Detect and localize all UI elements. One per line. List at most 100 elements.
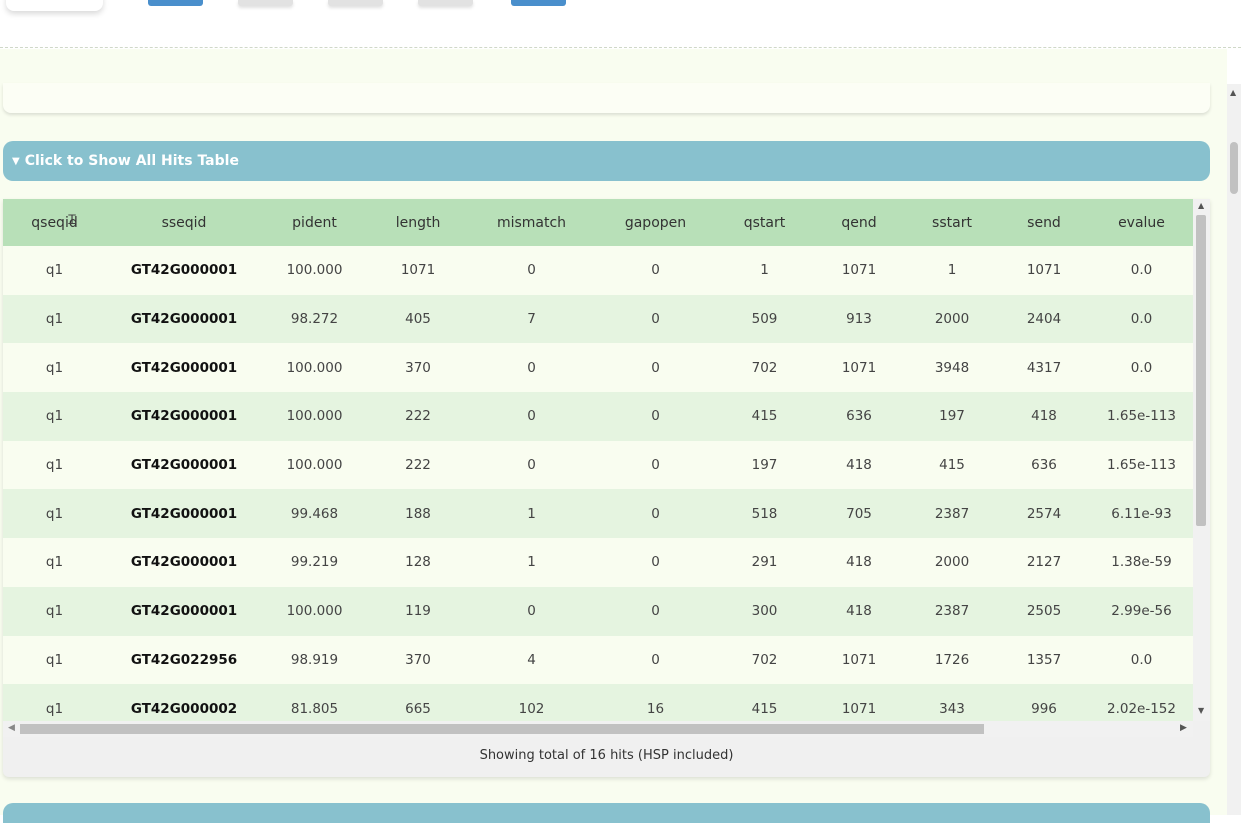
column-header-length[interactable]: length — [367, 199, 469, 246]
table-row[interactable]: q1 GT42G000001 100.000 222 0 0 415 636 197 418 1.6… — [3, 392, 1193, 441]
table-horizontal-scrollbar-thumb[interactable] — [20, 724, 984, 734]
toolbar-card[interactable] — [6, 0, 103, 11]
toolbar-button-5[interactable] — [511, 0, 566, 6]
hits-table-container: qseqid sseqid pident length mismatch gap… — [3, 199, 1210, 777]
cell-pident: 100.000 — [286, 603, 343, 620]
cell-gapopen: 0 — [651, 651, 660, 668]
table-horizontal-scrollbar[interactable]: ◀ ▶ — [3, 721, 1193, 737]
cell-pident: 99.219 — [290, 554, 339, 571]
column-header-mismatch[interactable]: mismatch — [469, 199, 594, 246]
cell-mismatch: 0 — [527, 603, 536, 620]
cell-qend: 418 — [846, 457, 872, 474]
cell-qstart: 702 — [751, 651, 778, 668]
cell-qstart: 197 — [751, 457, 778, 474]
cell-send: 996 — [1031, 700, 1057, 717]
cell-sstart: 2387 — [934, 603, 970, 620]
cell-pident: 98.919 — [290, 651, 339, 668]
cell-qend: 1071 — [841, 262, 877, 279]
column-header-send[interactable]: send — [998, 199, 1090, 246]
column-header-pident[interactable]: pident — [262, 199, 367, 246]
cell-sstart: 197 — [939, 408, 965, 425]
column-header-sseqid[interactable]: sseqid — [106, 199, 262, 246]
cell-mismatch: 1 — [527, 554, 536, 571]
column-header-gapopen[interactable]: gapopen — [594, 199, 717, 246]
cell-evalue: 1.65e-113 — [1106, 457, 1176, 474]
cell-gapopen: 0 — [651, 359, 660, 376]
cell-gapopen: 0 — [651, 603, 660, 620]
cell-evalue: 0.0 — [1130, 262, 1153, 279]
hits-table-toggle[interactable]: ▼ Click to Show All Hits Table — [3, 141, 1210, 181]
cell-length: 1071 — [400, 262, 436, 279]
cell-length: 222 — [405, 408, 431, 425]
cell-send: 2127 — [1026, 554, 1062, 571]
table-row[interactable]: q1 GT42G000001 100.000 370 0 0 702 1071 3948 4317… — [3, 343, 1193, 393]
cell-mismatch: 0 — [527, 262, 536, 279]
cell-length: 370 — [405, 359, 431, 376]
scroll-up-arrow-icon[interactable]: ▲ — [1198, 201, 1204, 210]
cell-qseqid: q1 — [45, 457, 64, 474]
cell-qstart: 518 — [751, 505, 778, 522]
scroll-up-arrow-icon[interactable]: ▲ — [1230, 88, 1236, 97]
cell-sstart: 2000 — [934, 311, 970, 328]
hits-table-viewport[interactable]: qseqid sseqid pident length mismatch gap… — [3, 199, 1193, 721]
cell-mismatch: 0 — [527, 457, 536, 474]
cell-pident: 100.000 — [286, 457, 343, 474]
table-row[interactable]: q1 GT42G000001 100.000 1071 0 0 1 1071 1 1071 0.0 — [3, 246, 1193, 295]
cell-evalue: 1.38e-59 — [1111, 554, 1172, 571]
cell-qend: 1071 — [841, 651, 877, 668]
column-header-sstart[interactable]: sstart — [906, 199, 998, 246]
scroll-right-arrow-icon[interactable]: ▶ — [1180, 723, 1187, 733]
cell-sseqid: GT42G000001 — [130, 359, 238, 376]
table-row[interactable]: q1 GT42G000002 81.805 665 102 16 415 1071 343 996… — [3, 684, 1193, 721]
table-vertical-scrollbar-thumb[interactable] — [1196, 215, 1206, 526]
table-row[interactable]: q1 GT42G000001 100.000 119 0 0 300 418 2387 2505 2… — [3, 586, 1193, 636]
column-header-qseqid[interactable]: qseqid — [3, 199, 106, 246]
page-scrollbar[interactable]: ▲ — [1227, 84, 1241, 815]
cell-gapopen: 0 — [651, 554, 660, 571]
cell-gapopen: 0 — [651, 408, 660, 425]
column-header-qstart[interactable]: qstart — [717, 199, 812, 246]
table-row[interactable]: q1 GT42G022956 98.919 370 4 0 702 1071 1726 1357 0… — [3, 635, 1193, 685]
cell-qend: 1071 — [841, 359, 877, 376]
page-scrollbar-thumb[interactable] — [1230, 142, 1238, 194]
toolbar-button-4[interactable] — [418, 0, 473, 6]
cell-qend: 1071 — [841, 700, 877, 717]
cell-qend: 705 — [846, 505, 872, 522]
cell-sseqid: GT42G000002 — [130, 700, 238, 717]
table-vertical-scrollbar[interactable]: ▲ ▼ — [1193, 199, 1210, 721]
toolbar-button-2[interactable] — [238, 0, 293, 6]
cell-qend: 636 — [846, 408, 872, 425]
cell-qseqid: q1 — [45, 603, 64, 620]
table-header-row: qseqid sseqid pident length mismatch gap… — [3, 199, 1193, 246]
cell-qstart: 702 — [751, 359, 778, 376]
cell-pident: 99.468 — [290, 505, 339, 522]
cell-evalue: 6.11e-93 — [1111, 505, 1172, 522]
cell-gapopen: 0 — [651, 311, 660, 328]
cell-length: 119 — [405, 603, 431, 620]
scroll-left-arrow-icon[interactable]: ◀ — [8, 723, 15, 733]
triangle-down-icon: ▼ — [12, 155, 20, 167]
cell-qseqid: q1 — [45, 554, 64, 571]
cell-qseqid: q1 — [45, 651, 64, 668]
cell-gapopen: 0 — [651, 457, 660, 474]
cell-sstart: 2000 — [934, 554, 970, 571]
hits-table-toggle-label: Click to Show All Hits Table — [24, 153, 239, 169]
toolbar-button-1[interactable] — [148, 0, 203, 6]
table-row[interactable]: q1 GT42G000001 98.272 405 7 0 509 913 2000 2404 0.… — [3, 294, 1193, 344]
table-row[interactable]: q1 GT42G000001 100.000 222 0 0 197 418 415 636 1.6… — [3, 440, 1193, 490]
cell-sstart: 2387 — [934, 505, 970, 522]
table-row[interactable]: q1 GT42G000001 99.219 128 1 0 291 418 2000 2127 1.… — [3, 538, 1193, 587]
cell-gapopen: 0 — [651, 262, 660, 279]
cell-qseqid: q1 — [45, 311, 64, 328]
cell-length: 405 — [405, 311, 431, 328]
cell-qend: 913 — [846, 311, 872, 328]
column-header-evalue[interactable]: evalue — [1090, 199, 1193, 246]
cell-length: 188 — [405, 505, 431, 522]
scroll-down-arrow-icon[interactable]: ▼ — [1198, 706, 1204, 715]
toolbar-button-3[interactable] — [328, 0, 383, 6]
table-row[interactable]: q1 GT42G000001 99.468 188 1 0 518 705 2387 2574 6.… — [3, 489, 1193, 539]
column-header-qend[interactable]: qend — [812, 199, 906, 246]
cell-qstart: 291 — [751, 554, 778, 571]
cell-send: 418 — [1031, 408, 1057, 425]
next-section-header[interactable] — [3, 803, 1210, 823]
